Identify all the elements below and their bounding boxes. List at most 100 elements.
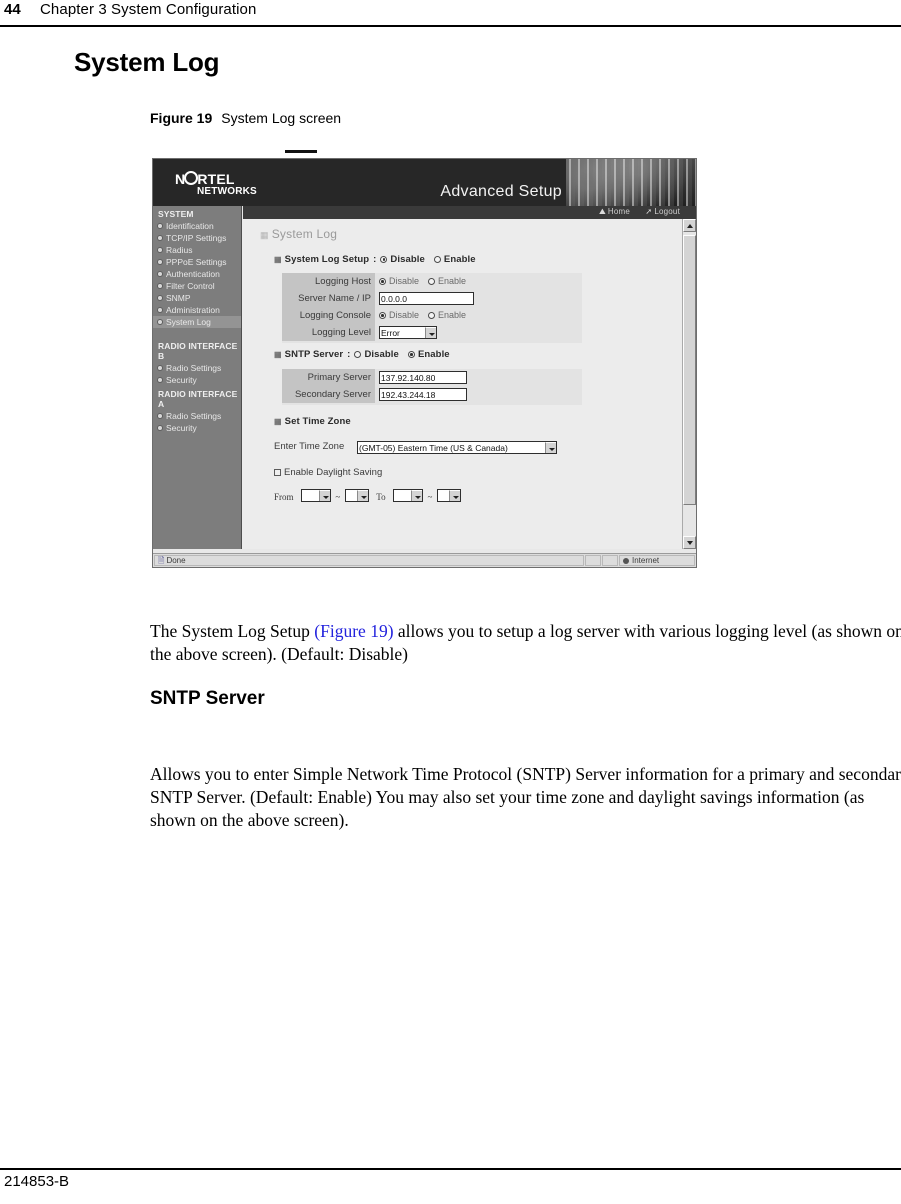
- daylight-saving-label: Enable Daylight Saving: [284, 467, 383, 478]
- logo-subtext: NETWORKS: [197, 186, 257, 197]
- radio-logging-host-enable[interactable]: [428, 278, 436, 285]
- radio-logging-console-disable[interactable]: [379, 312, 386, 319]
- scrollbar-thumb[interactable]: [683, 235, 696, 505]
- to-day-select[interactable]: [436, 489, 461, 503]
- grid-icon: ▦: [274, 417, 282, 426]
- sidebar-item-radio-settings-b[interactable]: Radio Settings: [153, 362, 241, 374]
- chevron-down-icon: [356, 490, 368, 502]
- sidebar-item-pppoe-settings[interactable]: PPPoE Settings: [153, 256, 241, 268]
- chevron-down-icon: [318, 490, 330, 502]
- banner-decorative-image: [566, 159, 696, 206]
- sidebar-item-label: Radio Settings: [166, 410, 222, 421]
- status-text: 🗎 Done: [154, 555, 584, 566]
- field-control-logging-console: Disable Enable: [379, 307, 466, 324]
- primary-server-input[interactable]: 137.92.140.80: [379, 371, 467, 385]
- field-row-secondary-server: Secondary Server 192.43.244.18: [282, 386, 582, 403]
- section-set-time-zone: ▦ Set Time Zone: [274, 416, 351, 427]
- field-control-server-name-ip: 0.0.0.0: [379, 290, 474, 307]
- logging-level-select[interactable]: Error: [379, 326, 437, 340]
- sidebar-item-security-a[interactable]: Security: [153, 422, 241, 434]
- content-heading-label: System Log: [271, 227, 338, 241]
- scroll-down-arrow-icon[interactable]: [683, 536, 696, 549]
- field-control-primary-server: 137.92.140.80: [379, 369, 467, 386]
- figure-cross-reference[interactable]: (Figure 19): [314, 621, 393, 641]
- bullet-icon: [158, 308, 162, 312]
- scroll-up-arrow-icon[interactable]: [683, 219, 696, 232]
- sidebar-item-authentication[interactable]: Authentication: [153, 268, 241, 280]
- nav-tab-logout[interactable]: ➚ Logout: [645, 207, 680, 216]
- sidebar-item-radio-settings-a[interactable]: Radio Settings: [153, 410, 241, 422]
- browser-status-bar: 🗎 Done Internet: [153, 553, 696, 567]
- content-scrollbar[interactable]: [682, 219, 696, 549]
- server-name-ip-input[interactable]: 0.0.0.0: [379, 292, 474, 306]
- grid-icon: ▦: [274, 350, 282, 359]
- colon: :: [347, 349, 351, 360]
- bullet-icon: [158, 236, 162, 240]
- sidebar-nav: SYSTEM Identification TCP/IP Settings Ra…: [153, 206, 242, 549]
- bullet-icon: [158, 426, 162, 430]
- status-security-zone: Internet: [619, 555, 695, 566]
- section-title: Set Time Zone: [284, 416, 351, 427]
- secondary-server-input[interactable]: 192.43.244.18: [379, 388, 467, 402]
- sidebar-item-security-b[interactable]: Security: [153, 374, 241, 386]
- radio-logging-host-disable[interactable]: [379, 278, 386, 285]
- header-divider: [0, 25, 901, 27]
- logo-text-post: RTEL: [197, 171, 235, 187]
- section-title: SNTP Server: [284, 349, 344, 360]
- daylight-saving-row: Enable Daylight Saving: [274, 467, 382, 478]
- sidebar-item-radius[interactable]: Radius: [153, 244, 241, 256]
- sidebar-item-administration[interactable]: Administration: [153, 304, 241, 316]
- status-slot-2: [602, 555, 618, 566]
- radio-system-log-disable[interactable]: [380, 256, 388, 263]
- time-zone-select[interactable]: (GMT-05) Eastern Time (US & Canada): [357, 441, 557, 455]
- sidebar-group-radio-interface-b: RADIO INTERFACE B: [158, 341, 238, 361]
- enable-daylight-saving-checkbox[interactable]: [274, 469, 281, 476]
- status-zone-label: Internet: [632, 556, 660, 565]
- sidebar-item-label: Security: [166, 374, 197, 385]
- radio-label-enable: Enable: [417, 349, 450, 360]
- sidebar-item-label: PPPoE Settings: [166, 256, 227, 267]
- page-icon: 🗎: [158, 556, 165, 565]
- from-day-select[interactable]: [344, 489, 369, 503]
- sidebar-item-label: Radius: [166, 244, 193, 255]
- grid-icon: ▦: [274, 255, 282, 264]
- bullet-icon: [158, 414, 162, 418]
- daylight-range-row: From ~ To ~: [274, 487, 461, 505]
- sidebar-item-identification[interactable]: Identification: [153, 220, 241, 232]
- radio-label-enable: Enable: [438, 310, 467, 320]
- radio-system-log-enable[interactable]: [433, 256, 441, 263]
- document-part-number: 214853-B: [4, 1173, 70, 1190]
- field-control-logging-host: Disable Enable: [379, 273, 466, 290]
- person-walking-icon: ➚: [645, 207, 653, 216]
- paragraph-sntp-server: Allows you to enter Simple Network Time …: [150, 763, 901, 830]
- home-icon: ⛰: [598, 207, 606, 216]
- sidebar-item-label: Security: [166, 422, 197, 433]
- content-heading-system-log: ▦ System Log: [260, 227, 337, 241]
- sidebar-item-system-log[interactable]: System Log: [153, 316, 241, 328]
- bullet-icon: [158, 284, 162, 288]
- radio-label-disable: Disable: [364, 349, 399, 360]
- sidebar-item-filter-control[interactable]: Filter Control: [153, 280, 241, 292]
- radio-sntp-disable[interactable]: [354, 351, 362, 358]
- radio-label-disable: Disable: [390, 254, 425, 265]
- from-month-select[interactable]: [300, 489, 331, 503]
- section-title: System Log Setup: [284, 254, 370, 265]
- tilde-separator-2: ~: [427, 492, 433, 502]
- footer-divider: [0, 1168, 901, 1170]
- radio-logging-console-enable[interactable]: [428, 312, 436, 319]
- field-control-secondary-server: 192.43.244.18: [379, 386, 467, 403]
- sidebar-item-snmp[interactable]: SNMP: [153, 292, 241, 304]
- radio-sntp-enable[interactable]: [407, 351, 415, 358]
- chevron-down-icon: [425, 327, 436, 339]
- field-row-logging-level: Logging Level Error: [282, 324, 582, 341]
- field-label-logging-console: Logging Console: [282, 307, 375, 324]
- sidebar-item-tcpip-settings[interactable]: TCP/IP Settings: [153, 232, 241, 244]
- field-label-logging-host: Logging Host: [282, 273, 375, 290]
- to-month-select[interactable]: [393, 489, 424, 503]
- sidebar-group-system: SYSTEM: [158, 209, 194, 219]
- paragraph-text-before: The System Log Setup: [150, 620, 315, 641]
- bullet-icon: [158, 320, 162, 324]
- nav-logout-label: Logout: [654, 207, 680, 216]
- field-label-primary-server: Primary Server: [282, 369, 375, 386]
- nav-tab-home[interactable]: ⛰ Home: [599, 207, 630, 217]
